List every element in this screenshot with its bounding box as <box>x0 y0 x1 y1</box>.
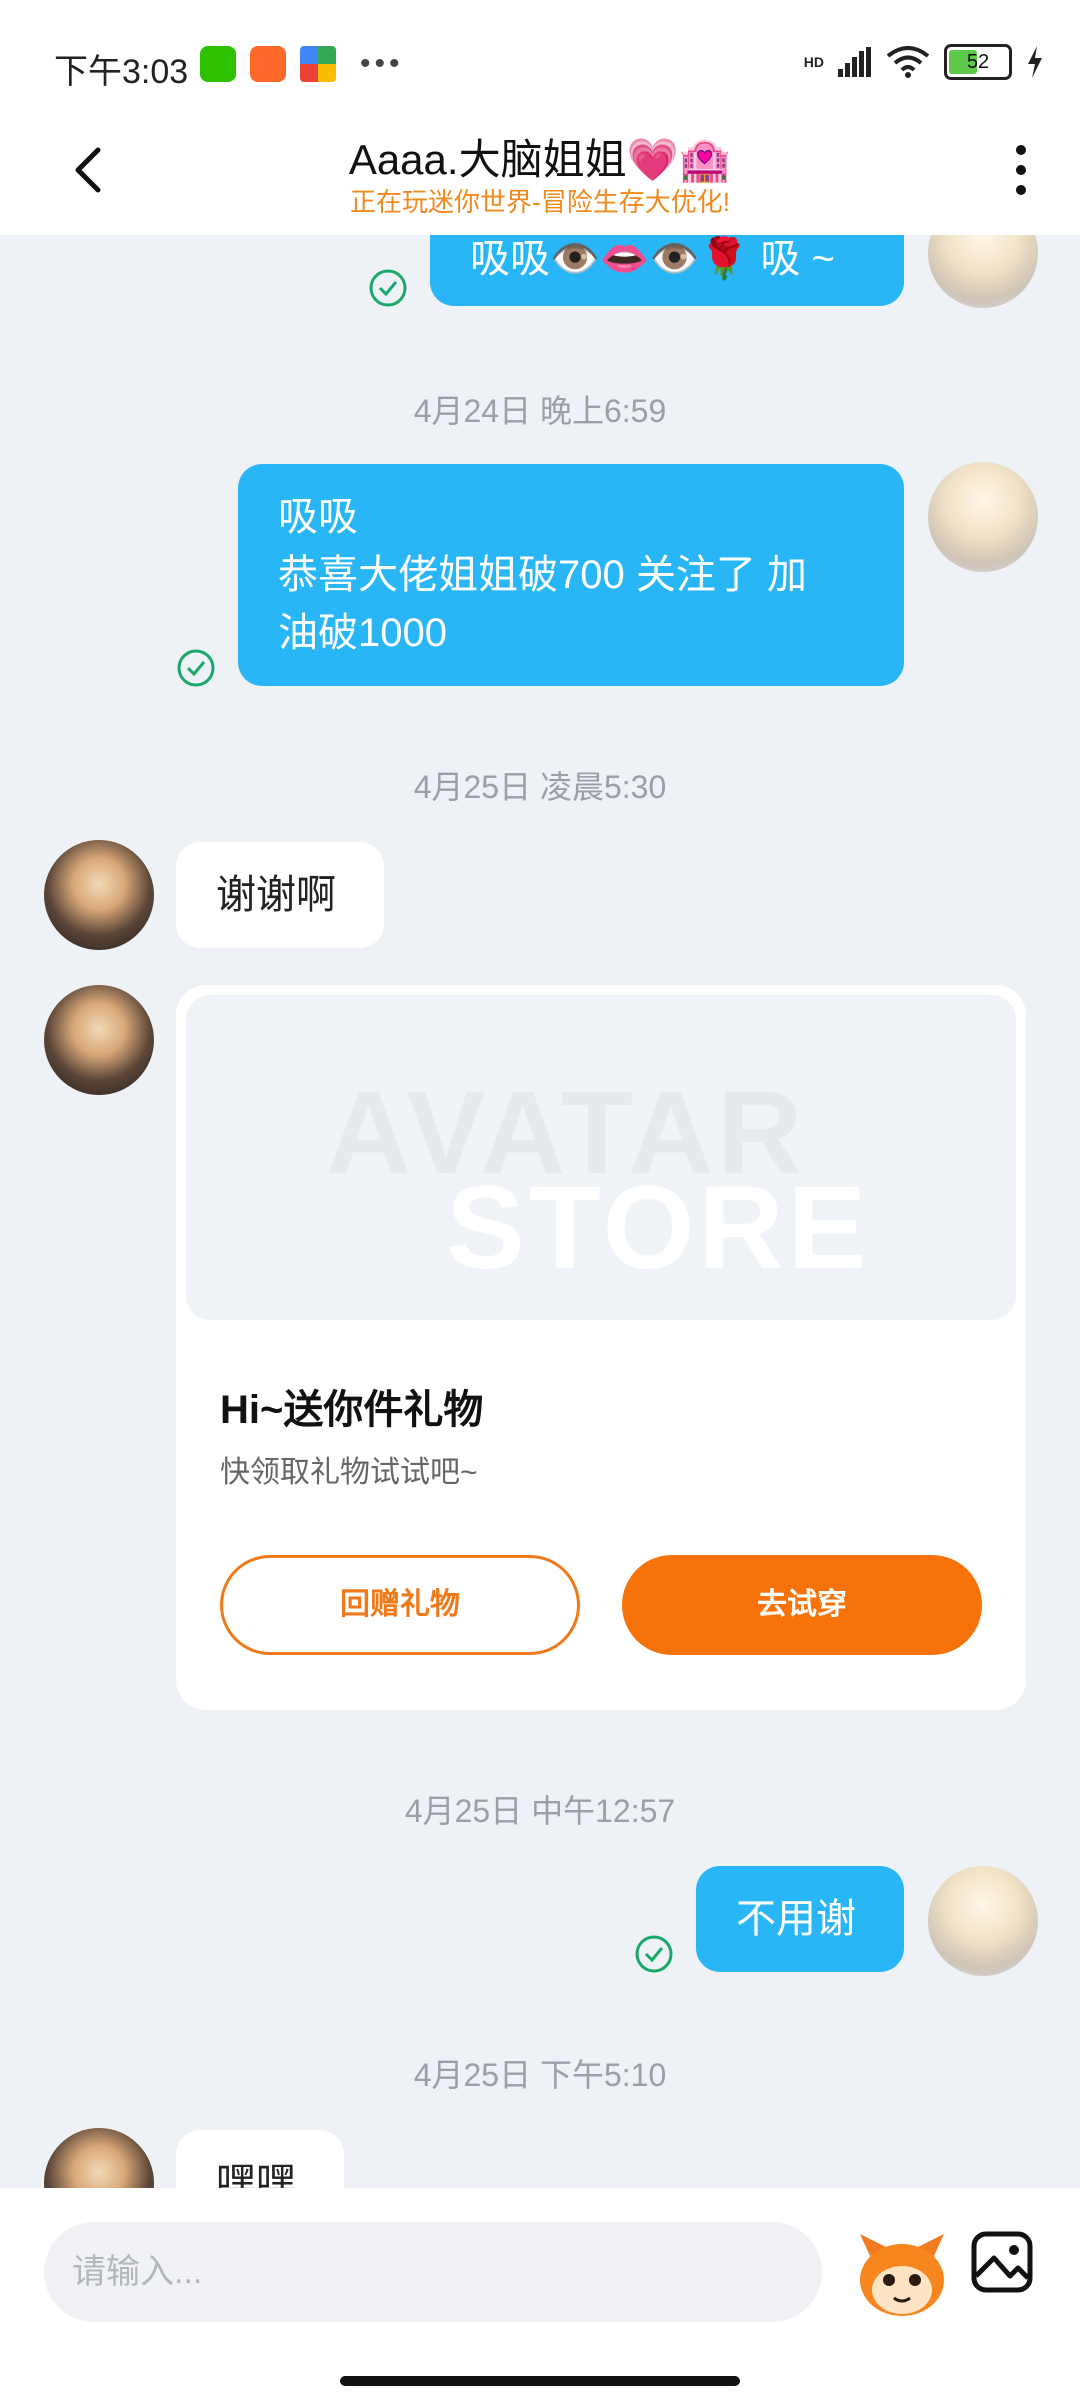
message-text: 吸吸👁️👄👁️🌹 吸 ~ <box>470 237 835 281</box>
battery-icon: 52 <box>944 44 1012 80</box>
chat-title: Aaaa.大脑姐姐💗🏩 <box>348 136 732 183</box>
more-options-button[interactable] <box>1006 140 1036 200</box>
message-bubble-sent[interactable]: 不用谢 <box>696 1866 904 1972</box>
message-text: 不用谢 <box>736 1897 856 1941</box>
status-time: 下午3:03 <box>54 53 189 91</box>
return-gift-button[interactable]: 回赠礼物 <box>220 1555 580 1655</box>
input-bar <box>0 2188 1080 2400</box>
message-bubble-received[interactable]: 谢谢啊 <box>176 842 384 948</box>
image-picker-icon[interactable] <box>970 2230 1034 2294</box>
gift-subtitle: 快领取礼物试试吧~ <box>220 1456 478 1489</box>
chat-header: Aaaa.大脑姐姐💗🏩 正在玩迷你世界-冒险生存大优化! <box>0 100 1080 235</box>
message-text: 谢谢啊 <box>216 873 336 917</box>
read-check-icon <box>177 649 215 687</box>
read-check-icon <box>635 1935 673 1973</box>
home-indicator[interactable] <box>340 2376 740 2386</box>
message-timestamp: 4月25日 中午12:57 <box>404 1793 676 1829</box>
gift-image-line2: STORE <box>446 1162 871 1294</box>
more-notifications-icon: ••• <box>360 47 404 80</box>
hd-label: HD <box>803 54 824 70</box>
gift-image: AVATAR STORE <box>186 995 1016 1320</box>
read-check-icon <box>369 269 407 307</box>
message-timestamp: 4月25日 凌晨5:30 <box>413 769 667 805</box>
shopping-app-icon <box>250 46 286 82</box>
message-line: 恭喜大佬姐姐破700 关注了 加 <box>278 553 807 597</box>
play-store-icon <box>300 46 336 82</box>
avatar-contact[interactable] <box>44 985 154 1095</box>
message-line: 油破1000 <box>278 611 447 655</box>
gift-card[interactable]: AVATAR STORE Hi~送你件礼物 快领取礼物试试吧~ 回赠礼物 去试穿 <box>176 985 1026 1710</box>
message-line: 吸吸 <box>278 495 358 539</box>
battery-level: 52 <box>966 51 990 73</box>
message-input[interactable] <box>44 2222 822 2322</box>
chat-status[interactable]: 正在玩迷你世界-冒险生存大优化! <box>0 182 1080 219</box>
status-right: HD 52 <box>804 44 1044 80</box>
gift-title: Hi~送你件礼物 <box>220 1388 484 1432</box>
charging-icon <box>1028 46 1042 78</box>
wifi-icon <box>886 46 930 78</box>
wechat-icon <box>200 46 236 82</box>
avatar-contact[interactable] <box>44 840 154 950</box>
message-bubble-sent[interactable]: 吸吸 恭喜大佬姐姐破700 关注了 加 油破1000 <box>238 464 904 686</box>
message-timestamp: 4月24日 晚上6:59 <box>413 393 667 429</box>
mascot-emoji-icon[interactable] <box>852 2226 952 2322</box>
avatar-me[interactable] <box>928 462 1038 572</box>
avatar-me[interactable] <box>928 1866 1038 1976</box>
message-timestamp: 4月25日 下午5:10 <box>413 2057 667 2093</box>
signal-icon <box>838 47 871 77</box>
notification-icons: ••• <box>200 46 404 82</box>
try-on-button[interactable]: 去试穿 <box>622 1555 982 1655</box>
